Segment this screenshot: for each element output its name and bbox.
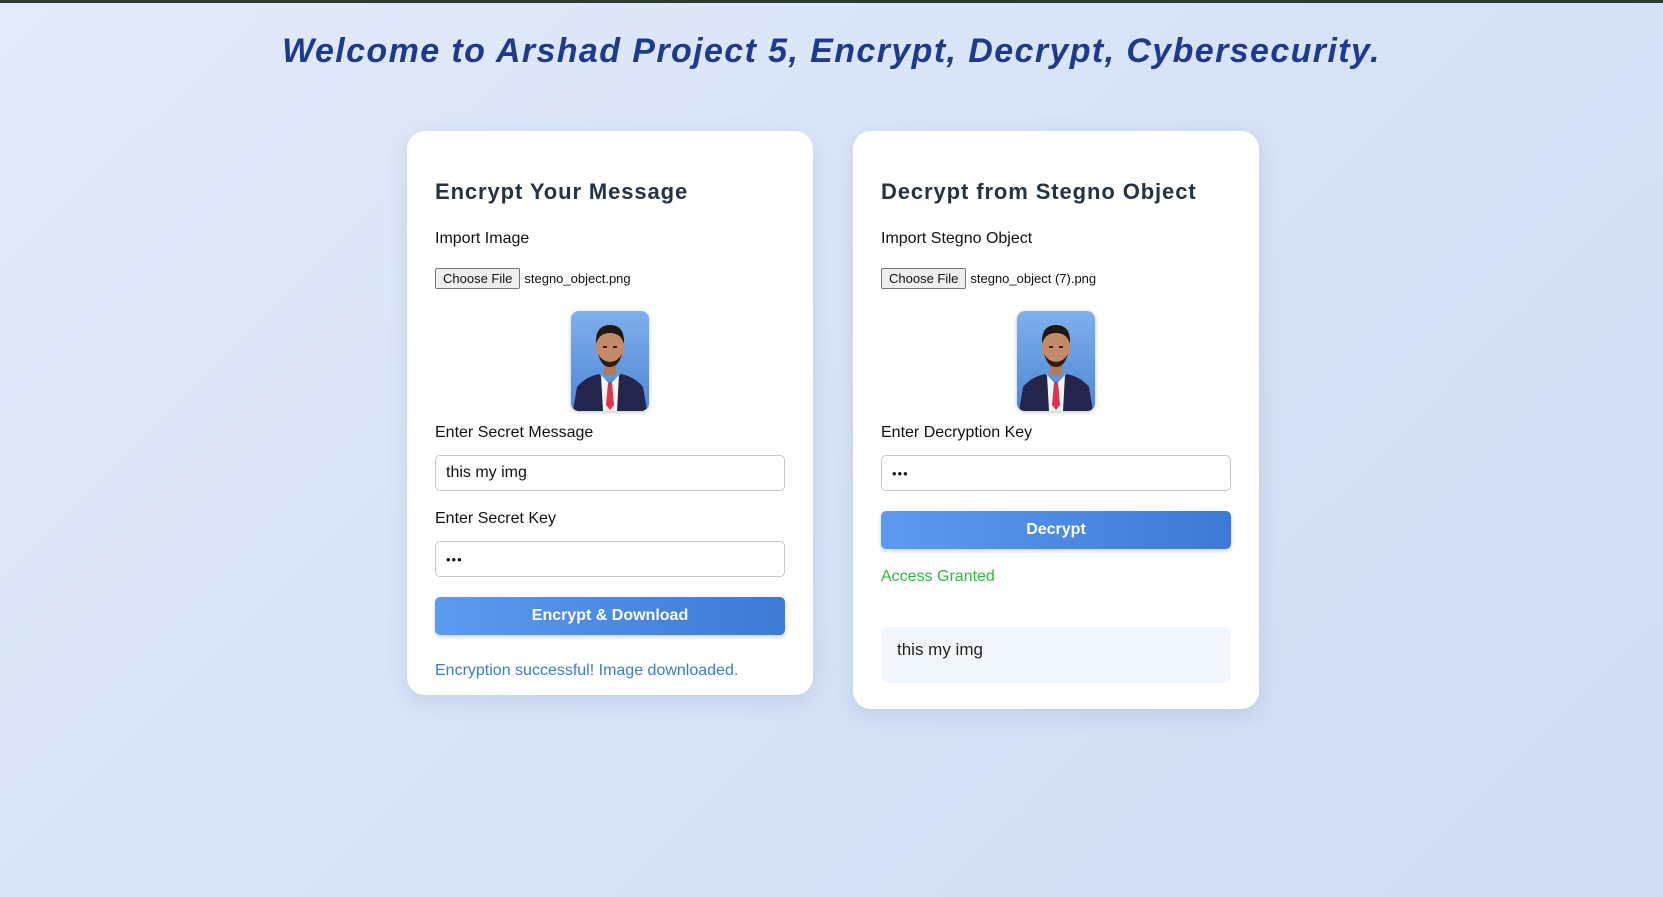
decrypt-image-preview: [1017, 311, 1095, 411]
page-title: Welcome to Arshad Project 5, Encrypt, De…: [282, 32, 1381, 70]
encryption-status-message: Encryption successful! Image downloaded.: [435, 662, 739, 679]
import-stegno-label: Import Stegno Object: [881, 230, 1033, 247]
encrypt-card-title: Encrypt Your Message: [435, 179, 689, 204]
decrypt-card: Decrypt from Stegno Object Import Stegno…: [853, 131, 1259, 709]
decrypt-file-picker: Choose File stegno_object (7).png: [881, 267, 1231, 289]
secret-message-label: Enter Secret Message: [435, 424, 594, 441]
import-image-label: Import Image: [435, 230, 530, 247]
secret-key-input[interactable]: [435, 541, 785, 577]
decrypt-file-name: stegno_object (7).png: [970, 270, 1097, 286]
top-border: [0, 0, 1663, 3]
decrypt-button[interactable]: Decrypt: [881, 511, 1231, 549]
encrypt-choose-file-button[interactable]: Choose File: [435, 267, 521, 289]
encrypt-download-button[interactable]: Encrypt & Download: [435, 597, 785, 635]
encrypt-file-picker: Choose File stegno_object.png: [435, 267, 785, 289]
secret-key-label: Enter Secret Key: [435, 510, 556, 527]
decrypt-choose-file-button[interactable]: Choose File: [881, 267, 967, 289]
decrypt-card-title: Decrypt from Stegno Object: [881, 179, 1197, 204]
decryption-key-label: Enter Decryption Key: [881, 424, 1033, 441]
decryption-key-input[interactable]: [881, 455, 1231, 491]
secret-message-input[interactable]: [435, 455, 785, 491]
decrypted-message-box: this my img: [881, 627, 1231, 683]
encrypt-card: Encrypt Your Message Import Image Choose…: [407, 131, 813, 695]
encrypt-image-preview: [571, 311, 649, 411]
encrypt-file-name: stegno_object.png: [524, 270, 631, 286]
access-status-message: Access Granted: [881, 568, 995, 585]
